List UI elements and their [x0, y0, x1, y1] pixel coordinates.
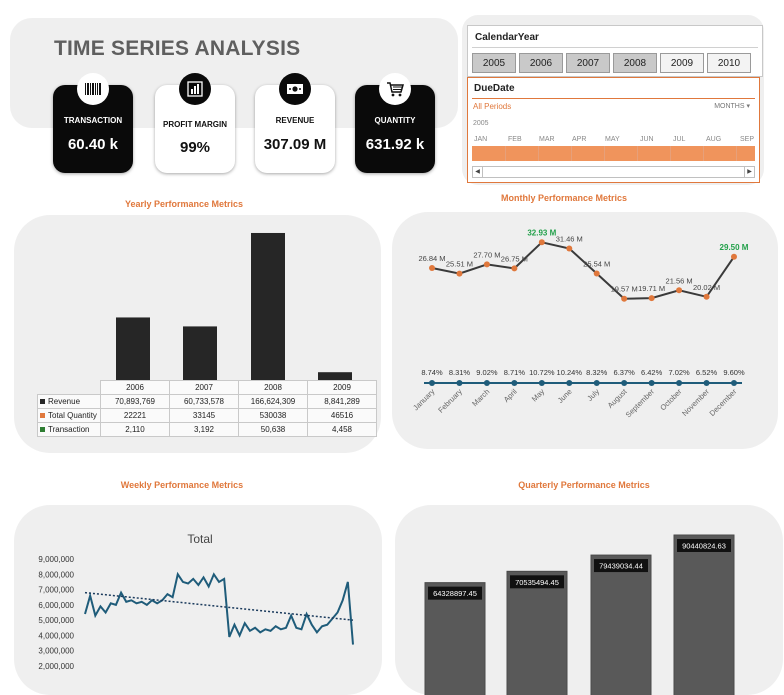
quarter-data-label: 70535494.45 — [515, 578, 559, 587]
quarter-bar — [506, 570, 568, 695]
quarter-data-label: 64328897.45 — [433, 589, 477, 598]
quarter-data-label: 90440824.63 — [682, 542, 726, 551]
quarter-data-label: 79439034.44 — [599, 562, 643, 571]
quarter-bar — [673, 534, 735, 695]
quarter-bar — [590, 554, 652, 695]
quarterly-chart: 64328897.45 70535494.45 79439034.44 9044082… — [424, 534, 735, 695]
